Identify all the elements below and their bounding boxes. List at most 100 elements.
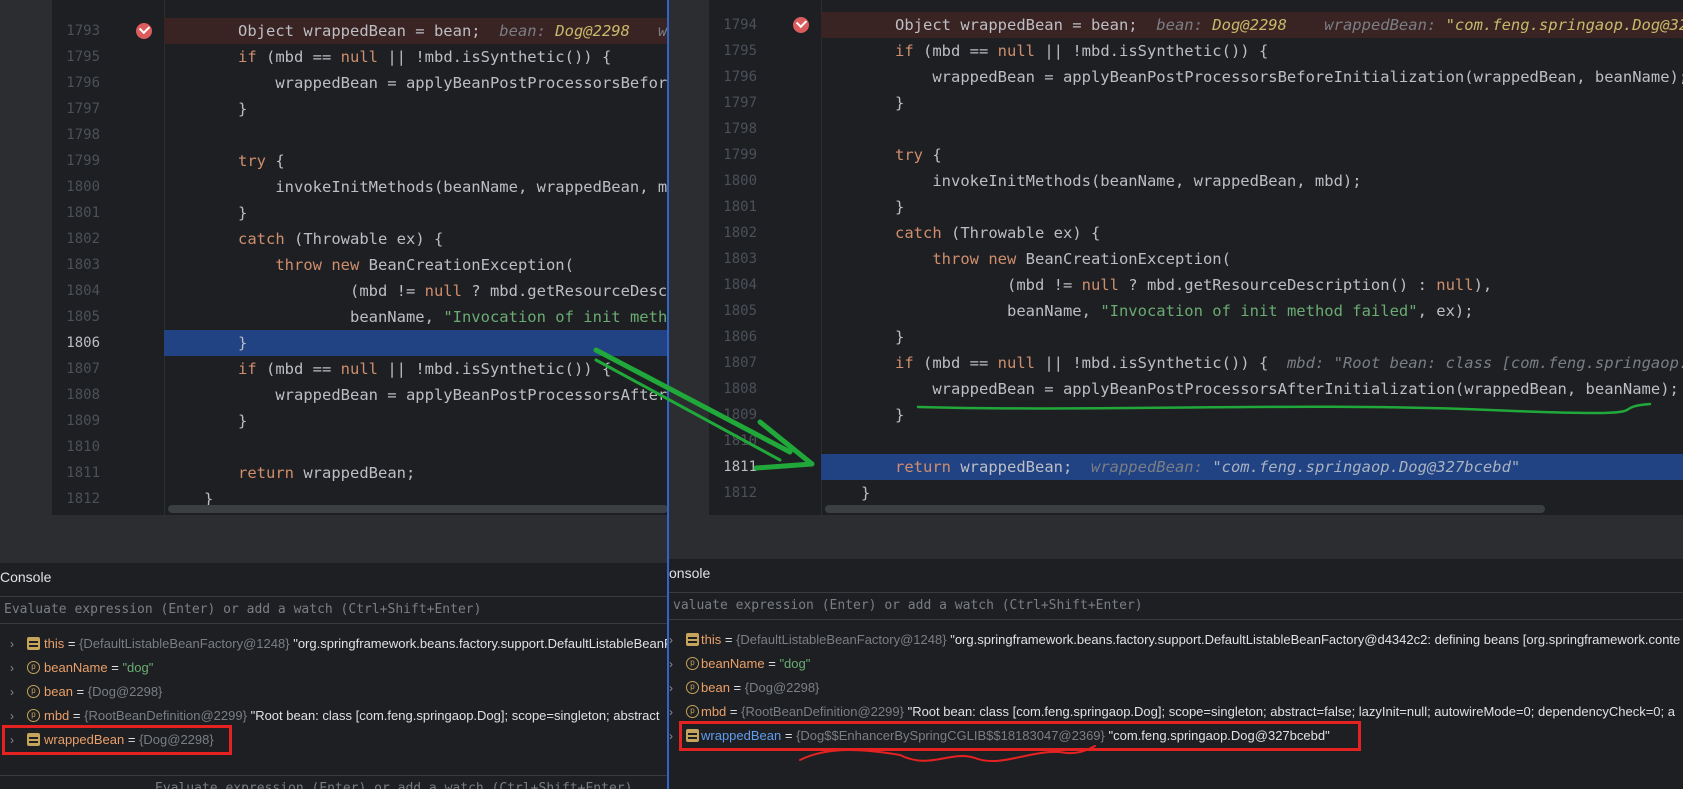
code-text: catch (Throwable ex) { xyxy=(238,226,443,252)
bottom-evaluate-input[interactable]: Evaluate expression (Enter) or add a wat… xyxy=(0,775,668,789)
breakpoint-line[interactable]: 1793 Object wrappedBean = bean; bean: Dog… xyxy=(52,18,668,44)
editor-horizontal-scrollbar[interactable] xyxy=(168,505,668,513)
code-line[interactable]: 1807 if (mbd == null || !mbd.isSynthetic(… xyxy=(709,350,1683,376)
code-line[interactable]: 1800 invokeInitMethods(beanName, wrapped… xyxy=(52,174,668,200)
evaluate-expression-input[interactable]: valuate expression (Enter) or add a watc… xyxy=(669,592,1683,620)
code-line[interactable]: 1795 if (mbd == null || !mbd.isSynthetic(… xyxy=(709,38,1683,64)
line-number: 1801 xyxy=(66,205,100,221)
variable-text: bean = {Dog@2298} xyxy=(701,677,819,699)
right-debugger-pane: 1794 Object wrappedBean = bean; bean: Dog… xyxy=(667,0,1683,789)
variable-row-bean[interactable]: › p bean = {Dog@2298} xyxy=(669,677,1683,699)
code-line[interactable]: 1809} xyxy=(52,408,668,434)
line-number: 1803 xyxy=(723,251,757,267)
variable-row-mbd[interactable]: › p mbd = {RootBeanDefinition@2299} "Root … xyxy=(0,705,668,727)
expand-chevron-icon[interactable]: › xyxy=(669,629,673,651)
code-line[interactable]: 1810 xyxy=(709,428,1683,454)
code-token: wrappedBean; xyxy=(951,458,1091,476)
expand-chevron-icon[interactable]: › xyxy=(10,681,14,703)
line-number: 1799 xyxy=(66,153,100,169)
parameter-variable-icon: p xyxy=(27,685,40,698)
code-line[interactable]: 1801} xyxy=(52,200,668,226)
code-token: null xyxy=(424,282,462,300)
expand-chevron-icon[interactable]: › xyxy=(669,725,673,747)
code-editor[interactable]: 1794 Object wrappedBean = bean; bean: Dog… xyxy=(709,0,1683,515)
code-line[interactable]: 1799 try { xyxy=(709,142,1683,168)
line-number: 1810 xyxy=(66,439,100,455)
line-number: 1809 xyxy=(66,413,100,429)
code-line[interactable]: 1808 wrappedBean = applyBeanPostProcesso… xyxy=(52,382,668,408)
debug-toolbar xyxy=(0,515,668,563)
code-line[interactable]: 1803 throw new BeanCreationException( xyxy=(52,252,668,278)
current-execution-line[interactable]: 1811 return wrappedBean; wrappedBean: "co… xyxy=(709,454,1683,480)
code-line[interactable]: 1803 throw new BeanCreationException( xyxy=(709,246,1683,272)
code-line[interactable]: 1802 catch (Throwable ex) { xyxy=(709,220,1683,246)
expand-chevron-icon[interactable]: › xyxy=(10,657,14,679)
code-line[interactable]: 1804 (mbd != null ? mbd.getResourceDescr… xyxy=(709,272,1683,298)
variable-row-this[interactable]: › this = {DefaultListableBeanFactory@1248… xyxy=(0,633,668,655)
expand-chevron-icon[interactable]: › xyxy=(10,705,14,727)
code-token: try xyxy=(238,152,266,170)
code-line[interactable]: 1796 wrappedBean = applyBeanPostProcesso… xyxy=(709,64,1683,90)
variable-text: mbd = {RootBeanDefinition@2299} "Root be… xyxy=(701,701,1675,723)
variable-row-this[interactable]: › this = {DefaultListableBeanFactory@1248… xyxy=(669,629,1683,651)
code-text: } xyxy=(861,480,870,506)
breakpoint-icon[interactable] xyxy=(136,23,152,39)
code-token: wrappedBean = applyBeanPostProcessorsAft… xyxy=(238,386,668,404)
code-line[interactable]: 1795 if (mbd == null || !mbd.isSynthetic(… xyxy=(52,44,668,70)
line-number: 1810 xyxy=(723,433,757,449)
code-token: || !mbd.isSynthetic()) { xyxy=(378,48,612,66)
variable-value: "dog" xyxy=(122,660,154,675)
code-line[interactable]: 1809} xyxy=(709,402,1683,428)
expand-chevron-icon[interactable]: › xyxy=(669,701,673,723)
code-line[interactable]: 1804 (mbd != null ? mbd.getResourceDescr… xyxy=(52,278,668,304)
variable-row-bean[interactable]: › p bean = {Dog@2298} xyxy=(0,681,668,703)
variable-text: beanName = "dog" xyxy=(44,657,153,679)
code-token: null xyxy=(997,354,1035,372)
variable-name: beanName xyxy=(44,660,108,675)
breakpoint-icon[interactable] xyxy=(793,17,809,33)
code-line[interactable]: 1796 wrappedBean = applyBeanPostProcesso… xyxy=(52,70,668,96)
code-text: beanName, "Invocation of init method xyxy=(238,304,668,330)
code-line[interactable]: 1808 wrappedBean = applyBeanPostProcesso… xyxy=(709,376,1683,402)
line-number: 1795 xyxy=(66,49,100,65)
code-line[interactable]: 1807 if (mbd == null || !mbd.isSynthetic(… xyxy=(52,356,668,382)
line-number: 1808 xyxy=(66,387,100,403)
line-number: 1798 xyxy=(723,121,757,137)
code-line[interactable]: 1798 xyxy=(709,116,1683,142)
evaluate-expression-input[interactable]: Evaluate expression (Enter) or add a wat… xyxy=(0,596,668,624)
code-text: invokeInitMethods(beanName, wrappedBean,… xyxy=(895,168,1361,194)
line-number: 1800 xyxy=(723,173,757,189)
variable-row-beanName[interactable]: › p beanName = "dog" xyxy=(0,657,668,679)
code-line[interactable]: 1811 return wrappedBean; xyxy=(52,460,668,486)
code-text: if (mbd == null || !mbd.isSynthetic()) { xyxy=(238,356,611,382)
code-editor[interactable]: 1793 Object wrappedBean = bean; bean: Dog… xyxy=(52,0,668,515)
code-line[interactable]: 1797} xyxy=(52,96,668,122)
code-text: } xyxy=(895,402,904,428)
variable-value: "Root bean: class [com.feng.springaop.Do… xyxy=(907,704,1675,719)
code-line[interactable]: 1806} xyxy=(709,324,1683,350)
expand-chevron-icon[interactable]: › xyxy=(10,633,14,655)
code-text: } xyxy=(238,200,247,226)
code-line[interactable]: 1812} xyxy=(709,480,1683,506)
current-execution-line[interactable]: 1806} xyxy=(52,330,668,356)
code-line[interactable]: 1810 xyxy=(52,434,668,460)
code-line[interactable]: 1805 beanName, "Invocation of init metho… xyxy=(52,304,668,330)
editor-horizontal-scrollbar[interactable] xyxy=(825,505,1545,513)
expand-chevron-icon[interactable]: › xyxy=(669,653,673,675)
code-line[interactable]: 1797} xyxy=(709,90,1683,116)
code-line[interactable]: 1799 try { xyxy=(52,148,668,174)
console-tab[interactable]: onsole xyxy=(669,565,710,581)
expand-chevron-icon[interactable]: › xyxy=(669,677,673,699)
breakpoint-line[interactable]: 1794 Object wrappedBean = bean; bean: Dog… xyxy=(709,12,1683,38)
variable-row-beanName[interactable]: › p beanName = "dog" xyxy=(669,653,1683,675)
code-line[interactable]: 1801} xyxy=(709,194,1683,220)
red-highlight-box xyxy=(679,721,1361,751)
code-line[interactable]: 1798 xyxy=(52,122,668,148)
variable-row-mbd[interactable]: › p mbd = {RootBeanDefinition@2299} "Root … xyxy=(669,701,1683,723)
parameter-variable-icon: p xyxy=(686,681,699,694)
console-tab[interactable]: Console xyxy=(0,569,51,585)
code-line[interactable]: 1800 invokeInitMethods(beanName, wrapped… xyxy=(709,168,1683,194)
code-text: try { xyxy=(238,148,285,174)
code-line[interactable]: 1805 beanName, "Invocation of init metho… xyxy=(709,298,1683,324)
code-line[interactable]: 1802 catch (Throwable ex) { xyxy=(52,226,668,252)
